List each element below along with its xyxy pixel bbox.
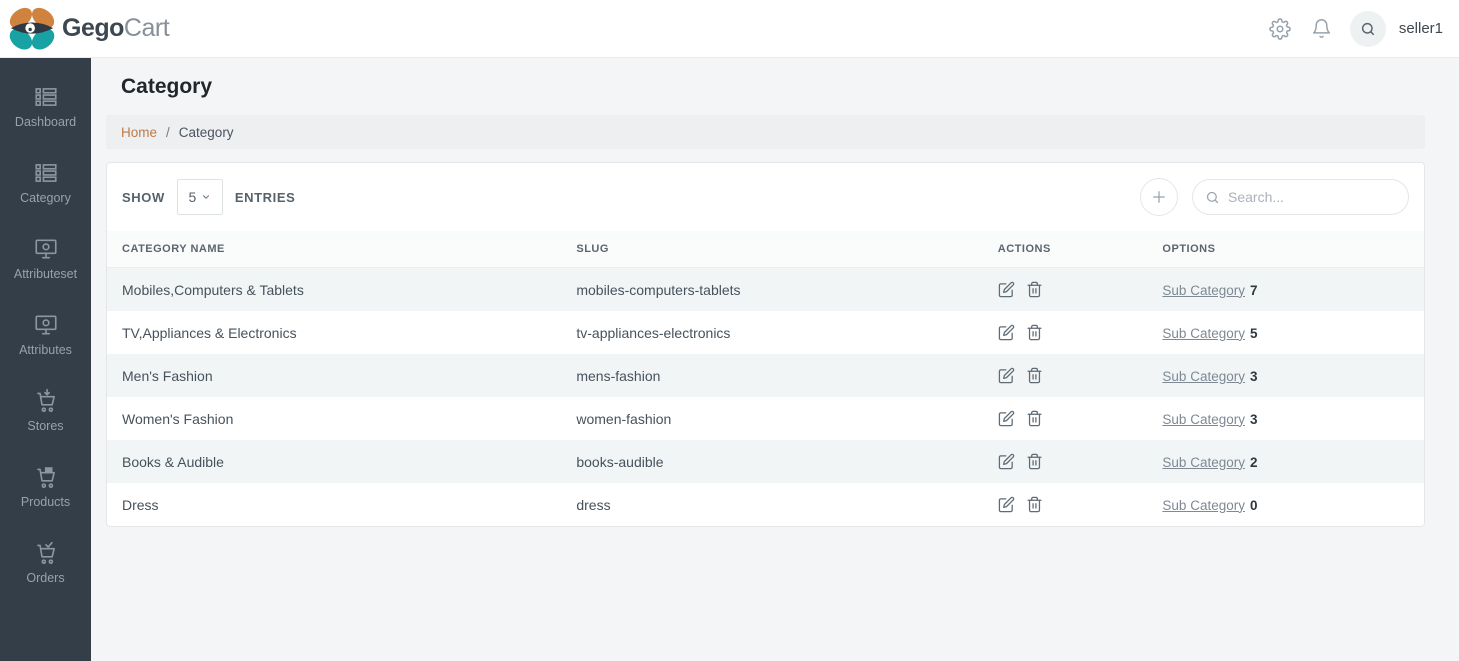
page-size-select[interactable]: 5	[177, 179, 223, 215]
table-row: Books & Audible books-audible Sub Catego…	[107, 440, 1424, 483]
sidebar-item-category[interactable]: Category	[0, 160, 91, 205]
edit-icon[interactable]	[998, 367, 1015, 384]
sidebar-item-label: Attributeset	[14, 267, 77, 281]
table-row: Men's Fashion mens-fashion Sub Category 3	[107, 354, 1424, 397]
sub-category-count: 5	[1250, 326, 1258, 341]
search-icon[interactable]	[1350, 11, 1386, 47]
sidebar-item-label: Products	[21, 495, 70, 509]
search-input[interactable]	[1228, 189, 1396, 205]
sub-category-count: 3	[1250, 369, 1258, 384]
search-icon	[1205, 190, 1220, 205]
slug-cell: mens-fashion	[561, 354, 982, 397]
table-row: Mobiles,Computers & Tablets mobiles-comp…	[107, 268, 1424, 312]
sidebar-item-attributeset[interactable]: Attributeset	[0, 236, 91, 281]
sidebar-item-label: Dashboard	[15, 115, 76, 129]
table-header-row: CATEGORY NAME SLUG ACTIONS OPTIONS	[107, 231, 1424, 268]
sub-category-count: 3	[1250, 412, 1258, 427]
table-row: Women's Fashion women-fashion Sub Catego…	[107, 397, 1424, 440]
breadcrumb-current: Category	[179, 125, 234, 140]
category-name-cell: Dress	[107, 483, 561, 526]
sidebar-item-stores[interactable]: Stores	[0, 388, 91, 433]
entries-label: ENTRIES	[235, 190, 296, 205]
cart-check-icon	[33, 540, 59, 566]
sidebar-item-label: Category	[20, 191, 71, 205]
trash-icon[interactable]	[1026, 410, 1043, 427]
trash-icon[interactable]	[1026, 453, 1043, 470]
search-box	[1192, 179, 1409, 215]
slug-cell: tv-appliances-electronics	[561, 311, 982, 354]
trash-icon[interactable]	[1026, 281, 1043, 298]
sub-category-link[interactable]: Sub Category	[1162, 412, 1245, 427]
column-slug: SLUG	[561, 231, 982, 268]
slug-cell: mobiles-computers-tablets	[561, 268, 982, 312]
table-row: TV,Appliances & Electronics tv-appliance…	[107, 311, 1424, 354]
category-name-cell: Books & Audible	[107, 440, 561, 483]
sub-category-count: 7	[1250, 283, 1258, 298]
user-menu[interactable]: seller1	[1399, 20, 1443, 37]
trash-icon[interactable]	[1026, 367, 1043, 384]
column-actions: ACTIONS	[983, 231, 1148, 268]
breadcrumb: Home / Category	[106, 115, 1425, 149]
slug-cell: books-audible	[561, 440, 982, 483]
add-category-button[interactable]	[1140, 178, 1178, 216]
category-name-cell: Men's Fashion	[107, 354, 561, 397]
gear-icon[interactable]	[1269, 18, 1291, 40]
sidebar-item-attributes[interactable]: Attributes	[0, 312, 91, 357]
category-name-cell: Mobiles,Computers & Tablets	[107, 268, 561, 312]
bell-icon[interactable]	[1311, 18, 1332, 39]
brand-logo[interactable]: GegoCart	[8, 6, 169, 52]
sidebar-nav: Dashboard Category Attributeset	[0, 58, 91, 661]
sub-category-link[interactable]: Sub Category	[1162, 498, 1245, 513]
sidebar-item-dashboard[interactable]: Dashboard	[0, 84, 91, 129]
sidebar-item-products[interactable]: Products	[0, 464, 91, 509]
chevron-down-icon	[201, 192, 211, 202]
main-content: Category Home / Category SHOW 5 ENTRIES	[91, 58, 1459, 661]
list-icon	[33, 84, 59, 110]
trash-icon[interactable]	[1026, 496, 1043, 513]
show-label: SHOW	[122, 190, 165, 205]
category-name-cell: TV,Appliances & Electronics	[107, 311, 561, 354]
page-title: Category	[121, 75, 1425, 99]
gegocart-logo-icon	[8, 6, 56, 52]
cart-full-icon	[33, 464, 59, 490]
plus-icon	[1150, 188, 1168, 206]
sub-category-link[interactable]: Sub Category	[1162, 455, 1245, 470]
trash-icon[interactable]	[1026, 324, 1043, 341]
sidebar-item-label: Stores	[27, 419, 63, 433]
category-table-card: SHOW 5 ENTRIES	[106, 162, 1425, 527]
top-header: GegoCart seller1	[0, 0, 1459, 58]
edit-icon[interactable]	[998, 281, 1015, 298]
edit-icon[interactable]	[998, 410, 1015, 427]
sidebar-item-label: Attributes	[19, 343, 72, 357]
category-table: CATEGORY NAME SLUG ACTIONS OPTIONS Mobil…	[107, 231, 1424, 526]
column-options: OPTIONS	[1147, 231, 1424, 268]
breadcrumb-home-link[interactable]: Home	[121, 125, 157, 140]
sidebar-item-orders[interactable]: Orders	[0, 540, 91, 585]
sidebar-item-label: Orders	[26, 571, 64, 585]
monitor-icon	[33, 312, 59, 338]
edit-icon[interactable]	[998, 496, 1015, 513]
sub-category-link[interactable]: Sub Category	[1162, 369, 1245, 384]
monitor-icon	[33, 236, 59, 262]
slug-cell: women-fashion	[561, 397, 982, 440]
edit-icon[interactable]	[998, 324, 1015, 341]
table-toolbar: SHOW 5 ENTRIES	[107, 163, 1424, 231]
sub-category-count: 0	[1250, 498, 1258, 513]
cart-download-icon	[33, 388, 59, 414]
sub-category-link[interactable]: Sub Category	[1162, 283, 1245, 298]
table-row: Dress dress Sub Category 0	[107, 483, 1424, 526]
breadcrumb-separator: /	[166, 125, 170, 140]
list-icon	[33, 160, 59, 186]
slug-cell: dress	[561, 483, 982, 526]
sub-category-count: 2	[1250, 455, 1258, 470]
edit-icon[interactable]	[998, 453, 1015, 470]
category-name-cell: Women's Fashion	[107, 397, 561, 440]
brand-name: GegoCart	[62, 14, 169, 43]
column-category-name: CATEGORY NAME	[107, 231, 561, 268]
sub-category-link[interactable]: Sub Category	[1162, 326, 1245, 341]
page-size-value: 5	[188, 189, 196, 205]
